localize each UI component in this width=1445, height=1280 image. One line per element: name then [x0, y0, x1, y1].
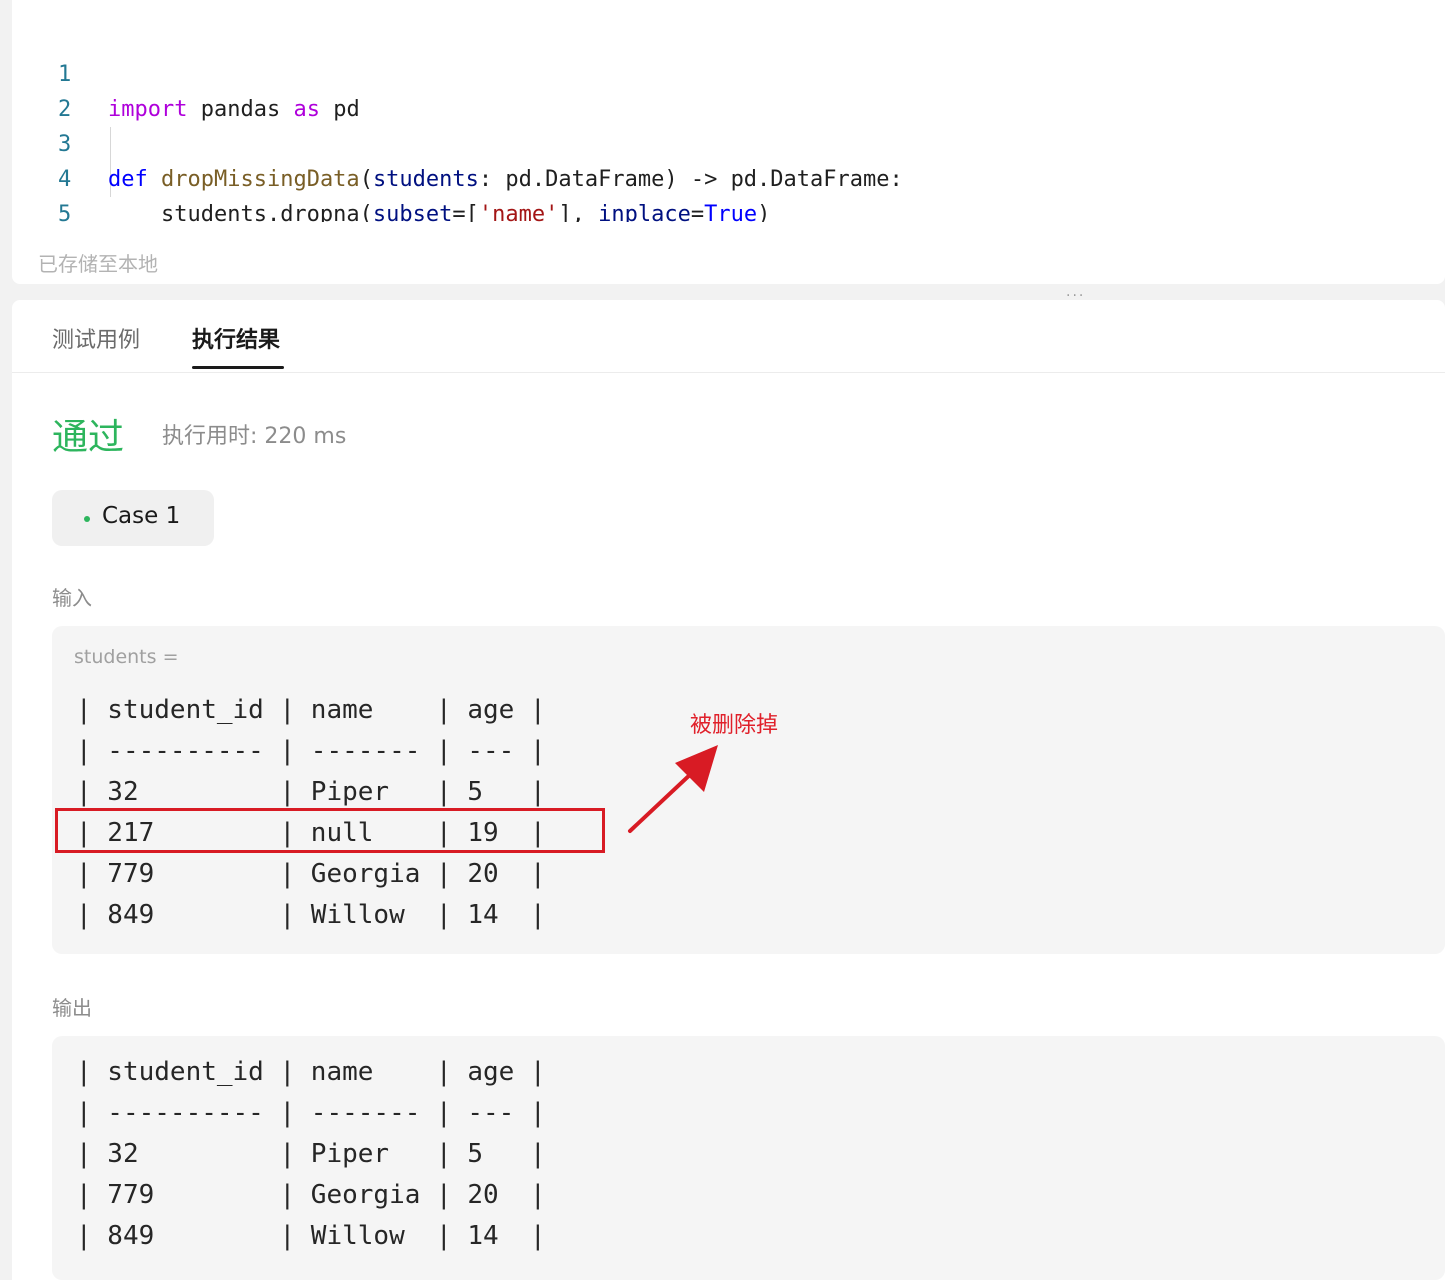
- alias-name: pd: [319, 97, 360, 122]
- string-literal: 'name': [478, 202, 559, 222]
- table-row: | ---------- | ------- | --- |: [76, 736, 546, 766]
- kwarg-inplace: inplace: [598, 202, 691, 222]
- code-line[interactable]: 1 import pandas as pd: [12, 22, 360, 122]
- code-line[interactable]: 5 return students: [12, 162, 118, 222]
- code-line[interactable]: 6: [12, 197, 118, 222]
- type-hint: : pd.DataFrame) -> pd.DataFrame:: [478, 167, 903, 192]
- output-label: 输出: [52, 996, 92, 1020]
- keyword-import: import: [108, 97, 188, 122]
- removed-row-highlight: [55, 808, 605, 853]
- active-tab-indicator: [192, 366, 284, 369]
- table-row: | 779 | Georgia | 20 |: [76, 1180, 546, 1210]
- tab-bar: 测试用例 执行结果: [12, 300, 1445, 373]
- operator: =: [690, 202, 705, 222]
- operator: =[: [452, 202, 479, 222]
- table-row: | 32 | Piper | 5 |: [76, 1139, 546, 1169]
- table-row: | 779 | Georgia | 20 |: [76, 859, 546, 889]
- table-row: | student_id | name | age |: [76, 1057, 546, 1087]
- parameter-name: students: [372, 167, 479, 192]
- table-row: | 849 | Willow | 14 |: [76, 1221, 546, 1251]
- kwarg-subset: subset: [372, 202, 453, 222]
- runtime-text: 执行用时: 220 ms: [162, 424, 347, 449]
- code-line[interactable]: 2: [12, 57, 118, 122]
- pass-status: 通过: [52, 417, 125, 458]
- code-editor[interactable]: 1 import pandas as pd 2 3 def dropMissin…: [12, 0, 1445, 284]
- pass-dot-icon: [84, 516, 90, 522]
- tab-run-result[interactable]: 执行结果: [192, 322, 280, 354]
- literal-true: True: [704, 202, 758, 222]
- output-box: | student_id | name | age | | ----------…: [52, 1036, 1445, 1280]
- input-var-name: students =: [74, 646, 179, 668]
- input-label: 输入: [52, 586, 92, 610]
- paren: ): [757, 202, 771, 222]
- table-row: | student_id | name | age |: [76, 695, 546, 725]
- function-name: dropMissingData: [161, 167, 360, 192]
- tab-test-cases[interactable]: 测试用例: [52, 322, 140, 354]
- case-1-tab[interactable]: Case 1: [52, 490, 214, 546]
- save-status: 已存储至本地: [38, 252, 158, 276]
- code-line[interactable]: 3 def dropMissingData(students: pd.DataF…: [12, 92, 903, 192]
- table-row: | 32 | Piper | 5 |: [76, 777, 546, 807]
- method-call: students.dropna(: [160, 202, 373, 222]
- module-name: pandas: [187, 97, 294, 122]
- table-row: | ---------- | ------- | --- |: [76, 1098, 546, 1128]
- paren: (: [359, 167, 373, 192]
- output-table: | student_id | name | age | | ----------…: [76, 1052, 546, 1257]
- case-label: Case 1: [102, 503, 181, 529]
- code-area[interactable]: 1 import pandas as pd 2 3 def dropMissin…: [12, 22, 903, 222]
- code-line[interactable]: 4 students.dropna(subset=['name'], inpla…: [12, 127, 770, 222]
- annotation-arrow-icon: [628, 745, 718, 833]
- punctuation: ],: [558, 202, 599, 222]
- input-box: students = | student_id | name | age | |…: [52, 626, 1445, 954]
- table-row: | 849 | Willow | 14 |: [76, 900, 546, 930]
- keyword-as: as: [293, 97, 320, 122]
